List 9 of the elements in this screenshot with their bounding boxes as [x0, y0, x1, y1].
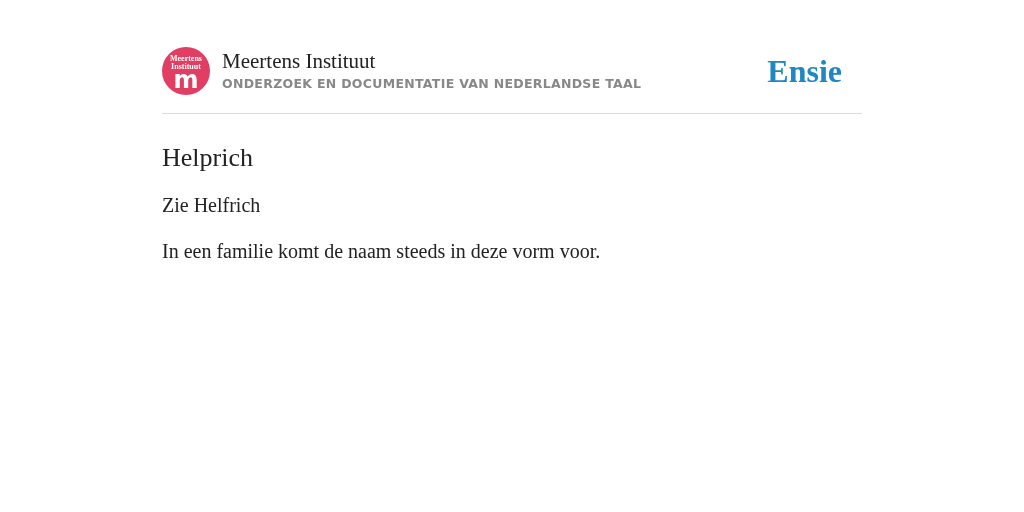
logo-text: Instituut [171, 63, 201, 71]
site-subtitle: ONDERZOEK EN DOCUMENTATIE VAN NEDERLANDSE TAAL [222, 75, 642, 93]
brand-logo[interactable]: Ensie [767, 47, 842, 95]
entry-title: Helprich [162, 142, 254, 174]
logo-text: Meertens [170, 55, 202, 63]
site-title[interactable]: Meertens Instituut [222, 48, 642, 74]
logo-letter: m [173, 71, 199, 89]
paragraph: Zie Helfrich [162, 193, 262, 218]
paragraph: In een familie komt de naam steeds in deze vorm voor. [162, 239, 602, 264]
